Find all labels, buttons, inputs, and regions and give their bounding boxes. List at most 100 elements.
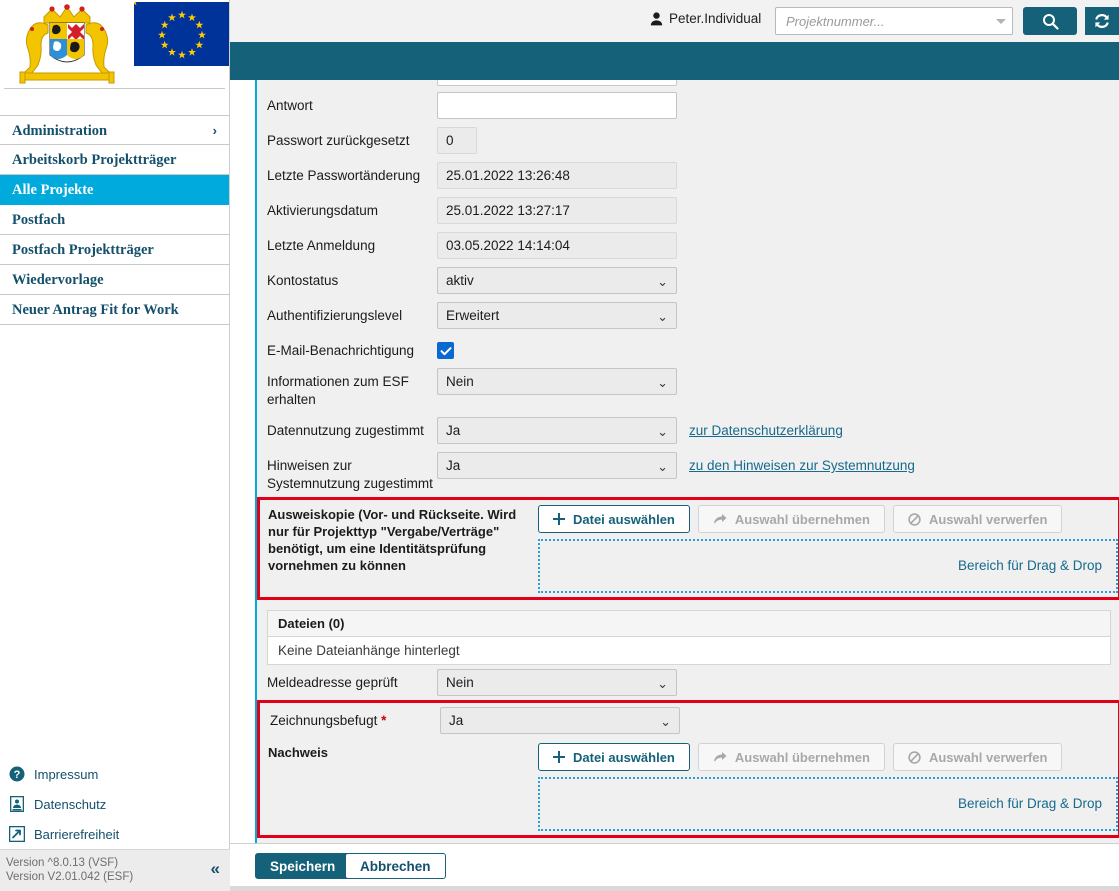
- sidebar-item-postfach-projekttr-ger[interactable]: Postfach Projektträger: [0, 235, 229, 265]
- clipped-field-above: [257, 80, 1119, 88]
- hinweisen-zur-systemnutzung-zugestimmt-label: Hinweisen zur Systemnutzung zugestimmt: [267, 458, 433, 491]
- sidebar: Europäische Uni Administration › Arbeitsko…: [0, 0, 230, 891]
- meldeadresse-select[interactable]: Nein ⌄: [437, 669, 677, 696]
- sidebar-item-label: Alle Projekte: [12, 182, 94, 198]
- antwort-label: Antwort: [267, 98, 313, 113]
- form-field-list: Antwort Passwort zurückgesetzt Letzte Pass…: [257, 88, 1119, 497]
- chevron-down-icon: ⌄: [657, 309, 668, 324]
- version-text: Version ^8.0.13 (VSF) Version V2.01.042 …: [6, 857, 134, 883]
- european-union-flag-icon: [134, 2, 229, 66]
- sidebar-link-datenschutz[interactable]: Datenschutz: [0, 789, 230, 819]
- chevron-down-icon: ⌄: [657, 274, 668, 289]
- sidebar-item-neuer-antrag-fit-for-work[interactable]: Neuer Antrag Fit for Work: [0, 295, 229, 325]
- sidebar-nav: Administration › Arbeitskorb Projektträger…: [0, 115, 229, 325]
- user-chip[interactable]: Peter.Individual: [650, 11, 761, 26]
- row-e-mail-benachrichtigung: E-Mail-Benachrichtigung: [257, 333, 1119, 364]
- letzte-passwortänderung-label: Letzte Passwortänderung: [267, 168, 421, 183]
- letzte-anmeldung-label: Letzte Anmeldung: [267, 238, 376, 253]
- files-box: Dateien (0) Keine Dateianhänge hinterleg…: [267, 610, 1111, 665]
- row-letzte-passwortänderung: Letzte Passwortänderung: [257, 158, 1119, 193]
- sidebar-item-label: Postfach: [12, 212, 66, 228]
- sidebar-item-postfach[interactable]: Postfach: [0, 205, 229, 235]
- row-letzte-anmeldung: Letzte Anmeldung: [257, 228, 1119, 263]
- row-meldeadresse-geprueft: Meldeadresse geprüft Nein ⌄: [257, 665, 1119, 700]
- aktivierungsdatum-input: [437, 197, 677, 224]
- search-input[interactable]: [784, 8, 984, 34]
- ausweiskopie-apply-selection-button[interactable]: Auswahl übernehmen: [697, 505, 885, 533]
- svg-text:?: ?: [14, 769, 21, 781]
- row-hinweisen-zur-systemnutzung-zugestimmt: Hinweisen zur Systemnutzung zugestimmt Ja…: [257, 448, 1119, 497]
- refresh-button[interactable]: [1085, 7, 1119, 35]
- cancel-button[interactable]: Abbrechen: [345, 853, 446, 879]
- ausweiskopie-choose-file-button[interactable]: Datei auswählen: [538, 505, 690, 533]
- e-mail-benachrichtigung-label: E-Mail-Benachrichtigung: [267, 343, 415, 358]
- ausweiskopie-dropzone-label: Bereich für Drag & Drop: [957, 558, 1102, 573]
- nachweis-discard-selection-label: Auswahl verwerfen: [928, 749, 1048, 765]
- nachweis-dropzone-label: Bereich für Drag & Drop: [957, 796, 1102, 811]
- accessibility-arrow-icon: [8, 825, 26, 843]
- e-mail-benachrichtigung-checkbox[interactable]: [437, 342, 454, 359]
- help-circle-icon: ?: [8, 765, 26, 783]
- nachweis-apply-selection-button[interactable]: Auswahl übernehmen: [697, 743, 885, 771]
- kontostatus-label: Kontostatus: [267, 273, 339, 288]
- datennutzung-zugestimmt-label: Datennutzung zugestimmt: [267, 423, 424, 438]
- check-icon: [440, 346, 451, 355]
- sidebar-item-alle-projekte[interactable]: Alle Projekte: [0, 175, 229, 205]
- project-search-combobox[interactable]: [775, 7, 1013, 35]
- files-empty-text: Keine Dateianhänge hinterlegt: [278, 643, 460, 658]
- hinweisen-zur-systemnutzung-zugestimmt-value: Ja: [446, 458, 461, 473]
- plus-icon: [553, 751, 565, 763]
- ausweiskopie-discard-selection-button[interactable]: Auswahl verwerfen: [892, 505, 1063, 533]
- chevron-down-icon: ⌄: [657, 424, 668, 439]
- sidebar-item-wiedervorlage[interactable]: Wiedervorlage: [0, 265, 229, 295]
- nachweis-dropzone[interactable]: Bereich für Drag & Drop: [538, 777, 1118, 831]
- page-header-band: [230, 42, 1119, 80]
- row-datennutzung-zugestimmt: Datennutzung zugestimmt Ja ⌄ zur Datenschut…: [257, 413, 1119, 448]
- user-icon: [650, 11, 663, 26]
- nachweis-choose-file-button[interactable]: Datei auswählen: [538, 743, 690, 771]
- sidebar-link-label: Impressum: [34, 766, 99, 782]
- informationen-zum-esf-erhalten-label: Informationen zum ESF erhalten: [267, 374, 409, 407]
- chevron-down-icon: ⌄: [660, 714, 671, 729]
- document-person-icon: [8, 795, 26, 813]
- chevron-down-icon[interactable]: [996, 19, 1006, 24]
- nachweis-discard-selection-button[interactable]: Auswahl verwerfen: [892, 743, 1063, 771]
- main-content: Antwort Passwort zurückgesetzt Letzte Pass…: [230, 80, 1119, 843]
- sidebar-item-administration[interactable]: Administration ›: [0, 115, 229, 145]
- sidebar-link-barrierefreiheit[interactable]: Barrierefreiheit: [0, 819, 230, 849]
- row-informationen-zum-esf-erhalten: Informationen zum ESF erhalten Nein ⌄: [257, 364, 1119, 413]
- application-window: Europäische Uni Administration › Arbeitsko…: [0, 0, 1119, 891]
- meldeadresse-value: Nein: [446, 675, 474, 690]
- kontostatus-select[interactable]: aktiv ⌄: [437, 267, 677, 294]
- sidebar-item-arbeitskorb-projekttr-ger[interactable]: Arbeitskorb Projektträger: [0, 145, 229, 175]
- meldeadresse-label: Meldeadresse geprüft: [267, 675, 398, 690]
- refresh-icon: [1095, 14, 1109, 28]
- sidebar-item-label: Administration: [12, 123, 108, 139]
- hinweisen-zur-systemnutzung-zugestimmt-select[interactable]: Ja ⌄: [437, 452, 677, 479]
- sidebar-link-label: Datenschutz: [34, 796, 107, 812]
- sidebar-item-label: Postfach Projektträger: [12, 242, 154, 258]
- authentifizierungslevel-select[interactable]: Erweitert ⌄: [437, 302, 677, 329]
- sidebar-footer-links: ? Impressum Datenschutz Barrierefreiheit: [0, 759, 230, 849]
- search-button[interactable]: [1023, 7, 1077, 35]
- save-button[interactable]: Speichern: [255, 853, 351, 879]
- zeichnungsbefugt-select[interactable]: Ja ⌄: [440, 707, 680, 734]
- brand-logos: Europäische Uni: [0, 0, 229, 88]
- chevron-down-icon: ⌄: [657, 375, 668, 390]
- datennutzung-zugestimmt-select[interactable]: Ja ⌄: [437, 417, 677, 444]
- hinweisen-zur-systemnutzung-zugestimmt-link[interactable]: zu den Hinweisen zur Systemnutzung: [689, 452, 915, 473]
- sidebar-item-label: Neuer Antrag Fit for Work: [12, 302, 179, 318]
- informationen-zum-esf-erhalten-select[interactable]: Nein ⌄: [437, 368, 677, 395]
- no-entry-icon: [908, 512, 921, 526]
- required-marker: *: [381, 713, 387, 728]
- ausweiskopie-dropzone[interactable]: Bereich für Drag & Drop: [538, 539, 1118, 593]
- zeichnungsbefugt-value: Ja: [449, 713, 464, 728]
- form-scroll-area[interactable]: Antwort Passwort zurückgesetzt Letzte Pass…: [257, 80, 1119, 843]
- datennutzung-zugestimmt-link[interactable]: zur Datenschutzerklärung: [689, 417, 843, 438]
- row-authentifizierungslevel: Authentifizierungslevel Erweitert ⌄: [257, 298, 1119, 333]
- collapse-sidebar-button[interactable]: «: [211, 859, 220, 879]
- sidebar-link-impressum[interactable]: ? Impressum: [0, 759, 230, 789]
- chevron-right-icon[interactable]: ›: [213, 116, 217, 146]
- informationen-zum-esf-erhalten-value: Nein: [446, 374, 474, 389]
- antwort-input[interactable]: [437, 92, 677, 119]
